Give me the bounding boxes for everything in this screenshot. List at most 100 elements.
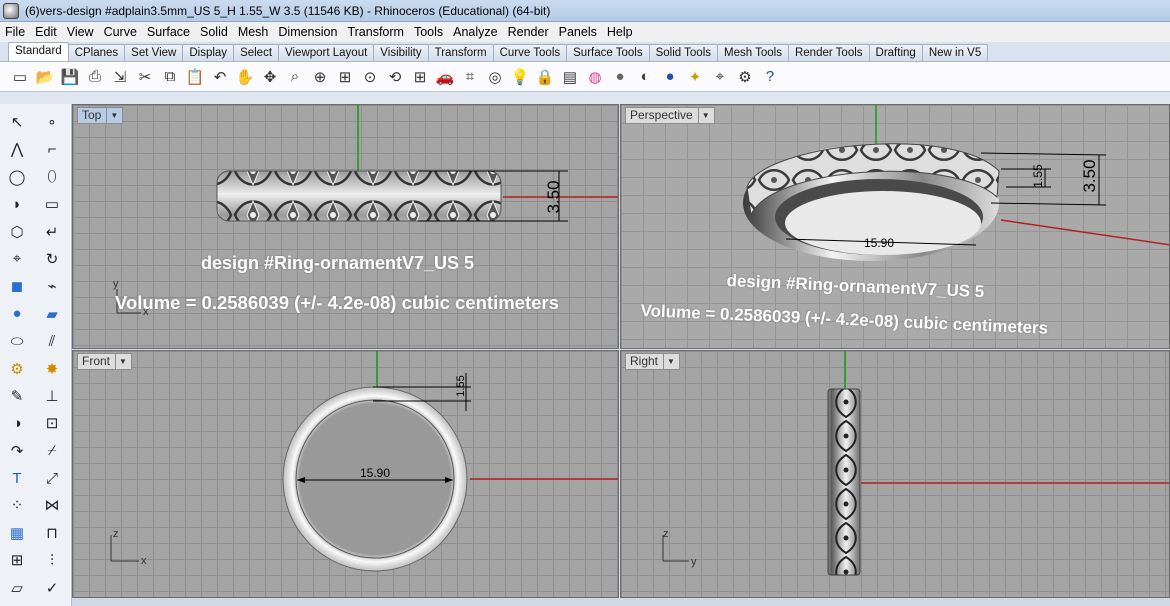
tab-curve-tools[interactable]: Curve Tools (492, 44, 568, 61)
pan-icon[interactable]: ✋ (233, 65, 257, 89)
distribute-icon[interactable]: ⫶ (40, 548, 64, 572)
blue-sphere-icon[interactable]: ● (658, 65, 682, 89)
viewport-perspective-tab[interactable]: Perspective ▼ (625, 107, 715, 124)
curve-icon[interactable]: ↷ (5, 439, 29, 463)
viewport-right[interactable]: z y Right ▼ (620, 350, 1170, 598)
viewport-right-tab[interactable]: Right ▼ (625, 353, 680, 370)
tab-drafting[interactable]: Drafting (868, 44, 923, 61)
tab-display[interactable]: Display (182, 44, 235, 61)
car-icon[interactable]: 🚗 (433, 65, 457, 89)
checkmark-icon[interactable]: ✓ (40, 576, 64, 600)
ellipse-icon[interactable]: ⬯ (40, 165, 64, 189)
cylinder-icon[interactable]: ⬭ (5, 329, 29, 353)
grid-snap-icon[interactable]: ⌖ (708, 65, 732, 89)
point-icon[interactable]: ∘ (40, 110, 64, 134)
chevron-down-icon[interactable]: ▼ (663, 353, 675, 370)
menu-curve[interactable]: Curve (99, 22, 142, 42)
menu-render[interactable]: Render (503, 22, 554, 42)
sphere-icon[interactable]: ● (5, 302, 29, 326)
dimension-icon[interactable]: ⊓ (40, 521, 64, 545)
boolean-icon[interactable]: ◑ (5, 411, 29, 435)
material-sphere-icon[interactable]: ● (608, 65, 632, 89)
mesh-icon[interactable]: ▦ (5, 521, 29, 545)
join-icon[interactable]: ⋈ (40, 493, 64, 517)
print-icon[interactable]: ⎙ (83, 65, 107, 89)
zoom-selected-icon[interactable]: ⊙ (358, 65, 382, 89)
tab-render-tools[interactable]: Render Tools (787, 44, 870, 61)
tab-new-in-v5[interactable]: New in V5 (921, 44, 989, 61)
menu-dimension[interactable]: Dimension (273, 22, 342, 42)
trim-icon[interactable]: ⌿ (40, 439, 64, 463)
chevron-down-icon[interactable]: ▼ (697, 107, 710, 124)
viewport-top[interactable]: 3.50 y x Top ▼ design #Ring-ornamentV7_U… (72, 104, 619, 349)
control-point-icon[interactable]: ⌖ (5, 247, 29, 271)
light-icon[interactable]: 💡 (508, 65, 532, 89)
viewport-front-tab[interactable]: Front ▼ (77, 353, 132, 370)
menu-tools[interactable]: Tools (409, 22, 448, 42)
paste-icon[interactable]: 📋 (183, 65, 207, 89)
menu-solid[interactable]: Solid (195, 22, 233, 42)
color-wheel-icon[interactable]: ◍ (583, 65, 607, 89)
tab-visibility[interactable]: Visibility (373, 44, 429, 61)
options-icon[interactable]: ⚙ (733, 65, 757, 89)
rectangle-icon[interactable]: ▭ (40, 192, 64, 216)
grid-icon[interactable]: ⊞ (5, 548, 29, 572)
menu-transform[interactable]: Transform (342, 22, 409, 42)
flatten-icon[interactable]: ⊥ (40, 384, 64, 408)
scale-icon[interactable]: ⤢ (40, 466, 64, 490)
paint-icon[interactable]: ▱ (5, 576, 29, 600)
tab-standard[interactable]: Standard (8, 42, 69, 61)
menu-surface[interactable]: Surface (142, 22, 195, 42)
rebuild-icon[interactable]: ⌐ (40, 137, 64, 161)
cplane-icon[interactable]: ◎ (483, 65, 507, 89)
text-icon[interactable]: T (5, 466, 29, 490)
viewport-front[interactable]: 15.90 1.55 z x Front ▼ (72, 350, 619, 598)
menu-analyze[interactable]: Analyze (448, 22, 502, 42)
explode-icon[interactable]: ✸ (40, 357, 64, 381)
menu-help[interactable]: Help (602, 22, 638, 42)
lights-icon[interactable]: ✦ (683, 65, 707, 89)
line-edit-icon[interactable]: ✎ (5, 384, 29, 408)
copy-icon[interactable]: ⧉ (158, 65, 182, 89)
tab-select[interactable]: Select (233, 44, 280, 61)
chevron-down-icon[interactable]: ▼ (106, 107, 118, 124)
tab-surface-tools[interactable]: Surface Tools (566, 44, 650, 61)
tab-mesh-tools[interactable]: Mesh Tools (717, 44, 789, 61)
array-icon[interactable]: ⁘ (5, 493, 29, 517)
tab-viewport-layout[interactable]: Viewport Layout (278, 44, 375, 61)
zoom-extents-icon[interactable]: ⊞ (333, 65, 357, 89)
menu-mesh[interactable]: Mesh (233, 22, 274, 42)
menu-file[interactable]: File (0, 22, 30, 42)
zoom-window-icon[interactable]: ⊕ (308, 65, 332, 89)
import-icon[interactable]: ⇲ (108, 65, 132, 89)
tab-cplanes[interactable]: CPlanes (67, 44, 126, 61)
fillet-icon[interactable]: ↵ (40, 220, 64, 244)
tab-solid-tools[interactable]: Solid Tools (648, 44, 718, 61)
layers-icon[interactable]: ▤ (558, 65, 582, 89)
rotate-view-icon[interactable]: ⟲ (383, 65, 407, 89)
arc-icon[interactable]: ◗ (5, 192, 29, 216)
group-icon[interactable]: ⊡ (40, 411, 64, 435)
zoom-icon[interactable]: ⌕ (283, 65, 307, 89)
surface-icon[interactable]: ▰ (40, 302, 64, 326)
box-icon[interactable]: ◼ (5, 274, 29, 298)
revolve-icon[interactable]: ↻ (40, 247, 64, 271)
menu-view[interactable]: View (62, 22, 99, 42)
chevron-down-icon[interactable]: ▼ (115, 353, 127, 370)
render-sphere-icon[interactable]: ◐ (633, 65, 657, 89)
polyline-icon[interactable]: ⋀ (5, 137, 29, 161)
save-icon[interactable]: 💾 (58, 65, 82, 89)
viewport-top-tab[interactable]: Top ▼ (77, 107, 124, 124)
cut-icon[interactable]: ✂ (133, 65, 157, 89)
named-view-icon[interactable]: ⌗ (458, 65, 482, 89)
viewport-perspective[interactable]: 15.90 3.50 1.55 Perspective ▼ design #Ri… (620, 104, 1170, 349)
open-icon[interactable]: 📂 (33, 65, 57, 89)
gear-icon[interactable]: ⚙ (5, 357, 29, 381)
circle-icon[interactable]: ◯ (5, 165, 29, 189)
tab-transform[interactable]: Transform (427, 44, 494, 61)
sweep-icon[interactable]: ⌁ (40, 274, 64, 298)
select-arrow-icon[interactable]: ↖ (5, 110, 29, 134)
tab-set-view[interactable]: Set View (124, 44, 184, 61)
menu-edit[interactable]: Edit (30, 22, 62, 42)
menu-panels[interactable]: Panels (554, 22, 602, 42)
